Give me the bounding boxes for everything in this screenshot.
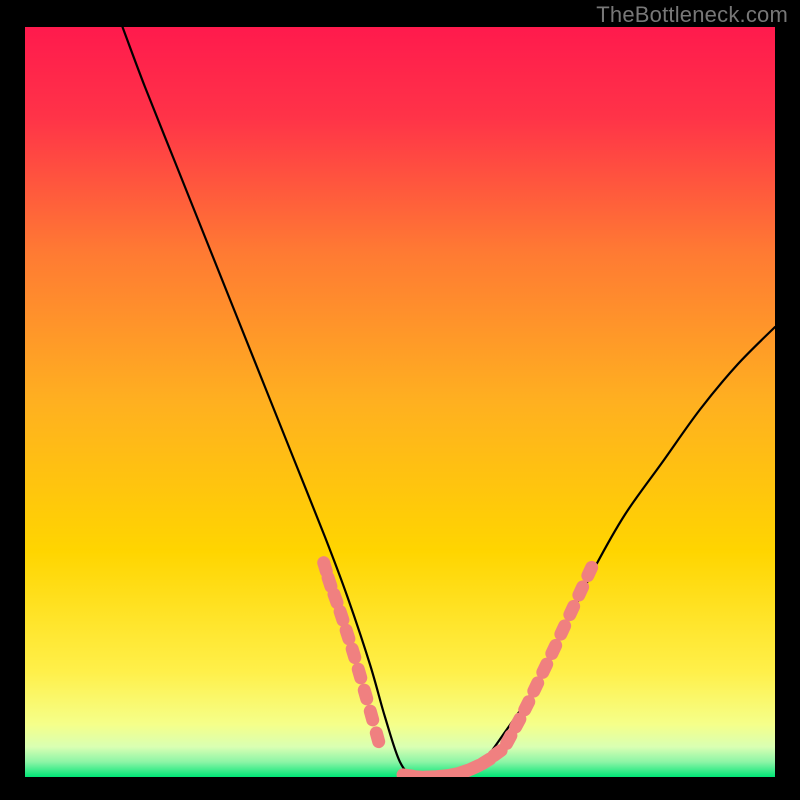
- chart-svg: [25, 27, 775, 777]
- plot-area: [25, 27, 775, 777]
- watermark-text: TheBottleneck.com: [596, 2, 788, 28]
- gradient-background: [25, 27, 775, 777]
- chart-frame: TheBottleneck.com: [0, 0, 800, 800]
